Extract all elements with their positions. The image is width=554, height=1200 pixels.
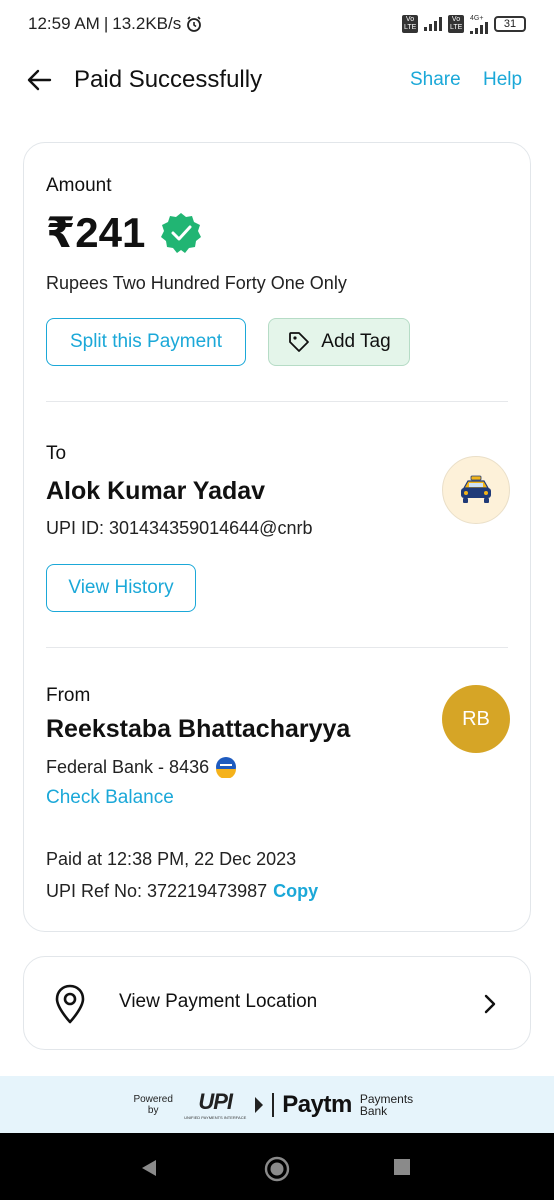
upi-logo-text: UPI xyxy=(198,1089,233,1114)
status-bar: 12:59 AM | 13.2KB/s Vo LTE Vo LTE 4G+ 31 xyxy=(0,0,554,48)
battery-icon: 31 xyxy=(494,16,526,32)
add-tag-label: Add Tag xyxy=(321,331,391,352)
divider xyxy=(46,401,508,402)
chevron-right-icon xyxy=(484,994,496,1014)
federal-bank-logo-icon xyxy=(216,757,237,778)
upi-logo: UPI UNIFIED PAYMENTS INTERFACE xyxy=(184,1089,246,1120)
status-speed: 13.2KB/s xyxy=(112,14,182,33)
status-right: Vo LTE Vo LTE 4G+ 31 xyxy=(402,15,526,34)
upi-ref-number: UPI Ref No: 372219473987 xyxy=(46,881,268,901)
amount-value: ₹241 xyxy=(46,209,146,256)
payee-avatar xyxy=(442,456,510,524)
powered-by-bar: Powered by UPI UNIFIED PAYMENTS INTERFAC… xyxy=(0,1076,554,1133)
paytm-logo: Paytm xyxy=(282,1090,352,1118)
add-tag-button[interactable]: Add Tag xyxy=(268,318,410,366)
back-arrow-icon[interactable] xyxy=(24,64,56,96)
nav-back-icon[interactable] xyxy=(138,1157,160,1179)
signal-icon xyxy=(424,17,442,31)
volte-icon: Vo LTE xyxy=(402,15,418,33)
payer-bank: Federal Bank - 8436 xyxy=(46,756,210,777)
upi-ref-row: UPI Ref No: 372219473987 Copy xyxy=(46,881,318,902)
nav-recents-icon[interactable] xyxy=(393,1158,411,1176)
network-type: 4G+ xyxy=(470,14,484,22)
payment-card: Amount ₹241 Rupees Two Hundred Forty One… xyxy=(23,142,531,932)
payer-name: Reekstaba Bhattacharyya xyxy=(46,715,351,743)
paid-at: Paid at 12:38 PM, 22 Dec 2023 xyxy=(46,849,297,869)
amount-row: ₹241 xyxy=(46,207,203,259)
tag-icon xyxy=(289,332,310,352)
payee-upi-id: UPI ID: 301434359014644@cnrb xyxy=(46,518,313,538)
copy-button[interactable]: Copy xyxy=(273,881,318,902)
location-pin-icon xyxy=(55,984,85,1024)
payer-bank-row: Federal Bank - 8436 xyxy=(46,756,237,778)
upi-arrow-icon xyxy=(255,1096,264,1113)
to-label: To xyxy=(46,443,67,464)
alarm-icon xyxy=(187,16,202,32)
verified-badge-icon xyxy=(161,213,202,253)
amount-label: Amount xyxy=(46,175,112,196)
nav-home-icon[interactable] xyxy=(263,1155,291,1183)
payment-location-card[interactable]: View Payment Location xyxy=(23,956,531,1050)
taxi-icon xyxy=(461,475,491,503)
paytm-bank-text: Payments Bank xyxy=(359,1091,414,1118)
check-balance-link[interactable]: Check Balance xyxy=(46,787,174,809)
divider-2 xyxy=(46,647,508,648)
split-payment-button[interactable]: Split this Payment xyxy=(46,318,246,366)
footer-separator xyxy=(272,1092,275,1117)
system-nav-bar xyxy=(0,1133,554,1200)
amount-in-words: Rupees Two Hundred Forty One Only xyxy=(46,273,347,293)
help-link[interactable]: Help xyxy=(483,68,522,92)
from-label: From xyxy=(46,685,91,706)
status-time: 12:59 AM xyxy=(28,14,100,33)
header: Paid Successfully Share Help xyxy=(0,56,554,104)
view-history-button[interactable]: View History xyxy=(46,564,196,612)
page-title: Paid Successfully xyxy=(74,66,263,93)
payer-avatar: RB xyxy=(442,685,510,753)
view-payment-location-label: View Payment Location xyxy=(119,991,318,1012)
signal-icon-2 xyxy=(470,21,488,34)
volte-icon-2: Vo LTE xyxy=(448,15,464,33)
powered-by-text: Powered by xyxy=(133,1093,173,1116)
status-left: 12:59 AM | 13.2KB/s xyxy=(28,14,203,34)
upi-subtitle: UNIFIED PAYMENTS INTERFACE xyxy=(184,1115,247,1120)
payee-name: Alok Kumar Yadav xyxy=(46,477,266,505)
share-link[interactable]: Share xyxy=(410,68,461,92)
